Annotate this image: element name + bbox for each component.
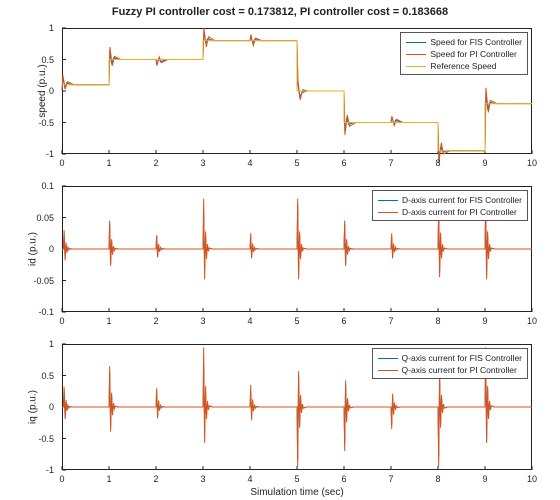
line-icon [406, 66, 426, 67]
y-tick: 0.5 [41, 371, 54, 381]
y-tick: 0 [49, 402, 54, 412]
x-tick: 1 [106, 158, 111, 168]
x-tick: 5 [294, 316, 299, 326]
x-tick: 8 [435, 474, 440, 484]
xlabel: Simulation time (sec) [62, 487, 532, 498]
line-icon [378, 370, 398, 371]
legend: Speed for FIS Controller Speed for PI Co… [400, 32, 528, 75]
x-tick: 10 [527, 474, 537, 484]
y-tick: 0.05 [36, 213, 54, 223]
line-icon [406, 42, 426, 43]
subplot-speed: speed (p.u.) Speed for FIS Controller Sp… [62, 28, 532, 154]
x-tick: 10 [527, 316, 537, 326]
y-tick: 0 [49, 86, 54, 96]
legend-entry: D-axis current for FIS Controller [378, 194, 522, 206]
y-tick: 1 [49, 23, 54, 33]
x-tick: 0 [59, 158, 64, 168]
y-tick: 0.1 [41, 181, 54, 191]
x-tick: 6 [341, 158, 346, 168]
x-tick: 6 [341, 474, 346, 484]
x-tick: 3 [200, 316, 205, 326]
x-tick: 5 [294, 158, 299, 168]
line-icon [406, 54, 426, 55]
y-tick: -1 [46, 465, 54, 475]
figure-title: Fuzzy PI controller cost = 0.173812, PI … [0, 6, 560, 18]
x-tick: 9 [482, 474, 487, 484]
y-tick: -0.1 [38, 307, 54, 317]
ylabel: id (p.u.) [27, 232, 38, 266]
x-tick: 2 [153, 316, 158, 326]
y-tick: 0.5 [41, 55, 54, 65]
subplot-iq: iq (p.u.) Simulation time (sec) Q-axis c… [62, 344, 532, 470]
x-tick: 2 [153, 158, 158, 168]
x-tick: 3 [200, 474, 205, 484]
x-tick: 1 [106, 316, 111, 326]
x-tick: 8 [435, 158, 440, 168]
ylabel: iq (p.u.) [27, 390, 38, 424]
x-tick: 9 [482, 158, 487, 168]
y-tick: -0.5 [38, 434, 54, 444]
y-tick: 1 [49, 339, 54, 349]
x-tick: 4 [247, 158, 252, 168]
x-tick: 9 [482, 316, 487, 326]
legend-entry: Speed for PI Controller [406, 48, 522, 60]
x-tick: 7 [388, 158, 393, 168]
y-tick: -0.5 [38, 118, 54, 128]
x-tick: 7 [388, 474, 393, 484]
legend-entry: Q-axis current for FIS Controller [378, 352, 522, 364]
line-icon [378, 200, 398, 201]
legend-entry: D-axis current for PI Controller [378, 206, 522, 218]
y-tick: -0.05 [33, 276, 54, 286]
x-tick: 1 [106, 474, 111, 484]
x-tick: 8 [435, 316, 440, 326]
legend-entry: Speed for FIS Controller [406, 36, 522, 48]
x-tick: 4 [247, 474, 252, 484]
y-tick: -1 [46, 149, 54, 159]
legend: D-axis current for FIS Controller D-axis… [372, 190, 528, 221]
ylabel: speed (p.u.) [37, 64, 48, 117]
line-icon [378, 212, 398, 213]
y-tick: 0 [49, 244, 54, 254]
x-tick: 4 [247, 316, 252, 326]
x-tick: 3 [200, 158, 205, 168]
legend-entry: Reference Speed [406, 60, 522, 72]
x-tick: 5 [294, 474, 299, 484]
x-tick: 7 [388, 316, 393, 326]
x-tick: 0 [59, 474, 64, 484]
figure: Fuzzy PI controller cost = 0.173812, PI … [0, 0, 560, 500]
x-tick: 10 [527, 158, 537, 168]
x-tick: 0 [59, 316, 64, 326]
x-tick: 6 [341, 316, 346, 326]
legend-entry: Q-axis current for PI Controller [378, 364, 522, 376]
line-icon [378, 358, 398, 359]
x-tick: 2 [153, 474, 158, 484]
subplot-id: id (p.u.) D-axis current for FIS Control… [62, 186, 532, 312]
legend: Q-axis current for FIS Controller Q-axis… [372, 348, 528, 379]
